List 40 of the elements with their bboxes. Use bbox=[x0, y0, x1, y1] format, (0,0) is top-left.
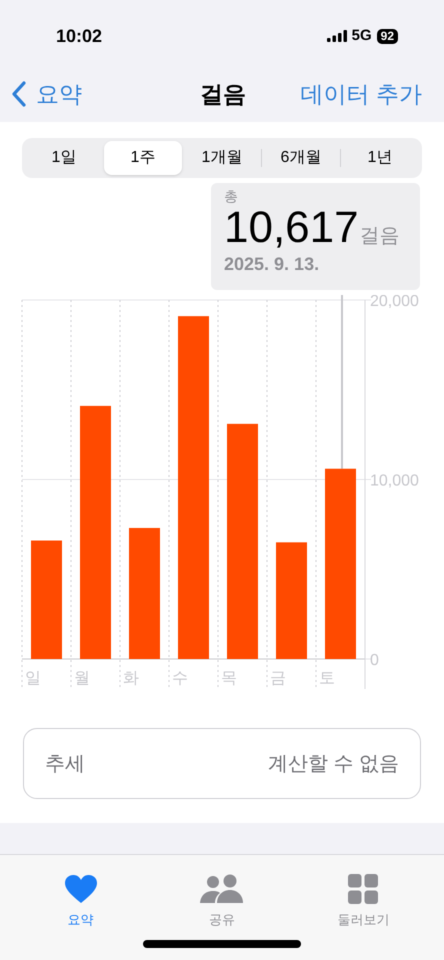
day-label: 금 bbox=[270, 670, 286, 687]
signal-icon bbox=[326, 30, 347, 42]
trend-label: 추세 bbox=[45, 752, 85, 776]
step-bar[interactable] bbox=[325, 468, 356, 659]
grid-icon bbox=[348, 874, 378, 904]
tab-bar-item[interactable]: 요약 bbox=[26, 865, 136, 929]
chevron-left-icon bbox=[12, 81, 26, 107]
y-axis-label: 10,000 bbox=[370, 472, 419, 490]
day-label: 토 bbox=[319, 670, 335, 687]
back-button[interactable]: 요약 bbox=[12, 76, 82, 112]
step-bar[interactable] bbox=[178, 316, 209, 659]
network-label: 5G bbox=[352, 26, 372, 46]
page-title: 걸음 bbox=[200, 80, 246, 109]
add-data-button[interactable]: 데이터 추가 bbox=[300, 76, 422, 112]
people-icon bbox=[200, 874, 244, 904]
y-axis-label: 0 bbox=[370, 652, 379, 669]
steps-unit: 걸음 bbox=[360, 224, 400, 249]
heart-icon bbox=[64, 874, 98, 904]
step-bar[interactable] bbox=[129, 528, 160, 659]
y-axis-label: 20,000 bbox=[370, 295, 419, 310]
day-label: 일 bbox=[25, 670, 41, 687]
range-tab[interactable]: 1주 bbox=[104, 141, 182, 175]
day-label: 수 bbox=[172, 670, 188, 687]
range-tab[interactable]: 6개월 bbox=[262, 141, 340, 175]
battery-icon: 92 bbox=[376, 28, 398, 44]
day-label: 목 bbox=[221, 670, 237, 687]
step-bar[interactable] bbox=[276, 542, 307, 659]
trend-value: 계산할 수 없음 bbox=[268, 752, 399, 776]
day-label: 월 bbox=[74, 670, 90, 687]
range-tab[interactable]: 1년 bbox=[341, 141, 419, 175]
step-bar[interactable] bbox=[80, 406, 111, 659]
range-tab[interactable]: 1일 bbox=[25, 141, 103, 175]
callout-date: 2025. 9. 13. bbox=[224, 253, 320, 276]
step-bar[interactable] bbox=[31, 540, 62, 659]
step-bar[interactable] bbox=[227, 424, 258, 659]
day-label: 화 bbox=[123, 670, 139, 687]
status-time: 10:02 bbox=[56, 24, 102, 48]
range-tab[interactable]: 1개월 bbox=[183, 141, 261, 175]
callout-label: 총 bbox=[224, 187, 239, 205]
total-steps-value: 10,617 bbox=[224, 205, 359, 251]
